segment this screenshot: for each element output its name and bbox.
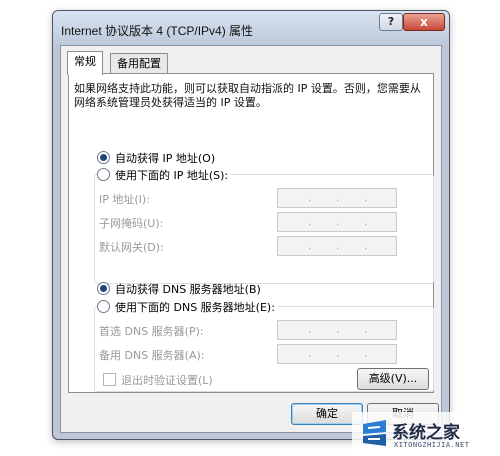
subnet-mask-label: 子网掩码(U): — [99, 217, 164, 230]
ip-address-input[interactable]: ... — [277, 188, 397, 208]
subnet-mask-input[interactable]: ... — [277, 212, 397, 232]
manual-dns-radio[interactable]: 使用下面的 DNS 服务器地址(E): — [97, 299, 278, 315]
window-title: Internet 协议版本 4 (TCP/IPv4) 属性 — [61, 24, 254, 38]
dialog-window: Internet 协议版本 4 (TCP/IPv4) 属性 ? x 常规 备用配… — [52, 10, 450, 440]
dialog-client: 常规 备用配置 如果网络支持此功能，则可以获取自动指派的 IP 设置。否则，您需… — [60, 45, 442, 433]
auto-ip-radio[interactable]: 自动获得 IP 地址(O) — [97, 150, 215, 166]
manual-ip-radio[interactable]: 使用下面的 IP 地址(S): — [97, 167, 232, 183]
validate-on-exit-label: 退出时验证设置(L) — [121, 374, 213, 387]
watermark-logo-icon — [363, 420, 386, 446]
alternate-dns-input[interactable]: ... — [277, 344, 397, 364]
radio-selected-icon — [97, 151, 110, 164]
site-watermark: 系统之家 XITONGZHIJIA.NET — [352, 412, 500, 456]
default-gateway-label: 默认网关(D): — [99, 241, 164, 254]
auto-ip-label: 自动获得 IP 地址(O) — [115, 152, 216, 165]
radio-unselected-icon — [97, 300, 110, 313]
title-bar[interactable]: Internet 协议版本 4 (TCP/IPv4) 属性 ? x — [53, 11, 449, 45]
radio-selected-icon — [97, 282, 110, 295]
auto-dns-label: 自动获得 DNS 服务器地址(B) — [115, 283, 261, 296]
alternate-dns-label: 备用 DNS 服务器(A): — [99, 349, 205, 362]
tab-alternate-config[interactable]: 备用配置 — [110, 53, 168, 74]
tab-panel-general: 如果网络支持此功能，则可以获取自动指派的 IP 设置。否则，您需要从网络系统管理… — [68, 73, 434, 393]
watermark-subtext: XITONGZHIJIA.NET — [394, 441, 470, 449]
preferred-dns-input[interactable]: ... — [277, 320, 397, 340]
preferred-dns-label: 首选 DNS 服务器(P): — [99, 325, 204, 338]
checkbox-icon — [103, 373, 116, 386]
validate-on-exit-checkbox[interactable]: 退出时验证设置(L) — [103, 372, 213, 388]
help-button[interactable]: ? — [379, 13, 403, 31]
manual-ip-label: 使用下面的 IP 地址(S): — [115, 169, 229, 182]
tab-general[interactable]: 常规 — [67, 51, 103, 75]
default-gateway-input[interactable]: ... — [277, 236, 397, 256]
description-text: 如果网络支持此功能，则可以获取自动指派的 IP 设置。否则，您需要从网络系统管理… — [74, 82, 421, 109]
close-button[interactable]: x — [403, 13, 445, 31]
watermark-text: 系统之家 — [392, 423, 460, 443]
ip-address-label: IP 地址(I): — [99, 193, 150, 206]
auto-dns-radio[interactable]: 自动获得 DNS 服务器地址(B) — [97, 281, 261, 297]
manual-dns-label: 使用下面的 DNS 服务器地址(E): — [115, 301, 275, 314]
radio-unselected-icon — [97, 168, 110, 181]
advanced-button[interactable]: 高级(V)... — [357, 368, 429, 390]
